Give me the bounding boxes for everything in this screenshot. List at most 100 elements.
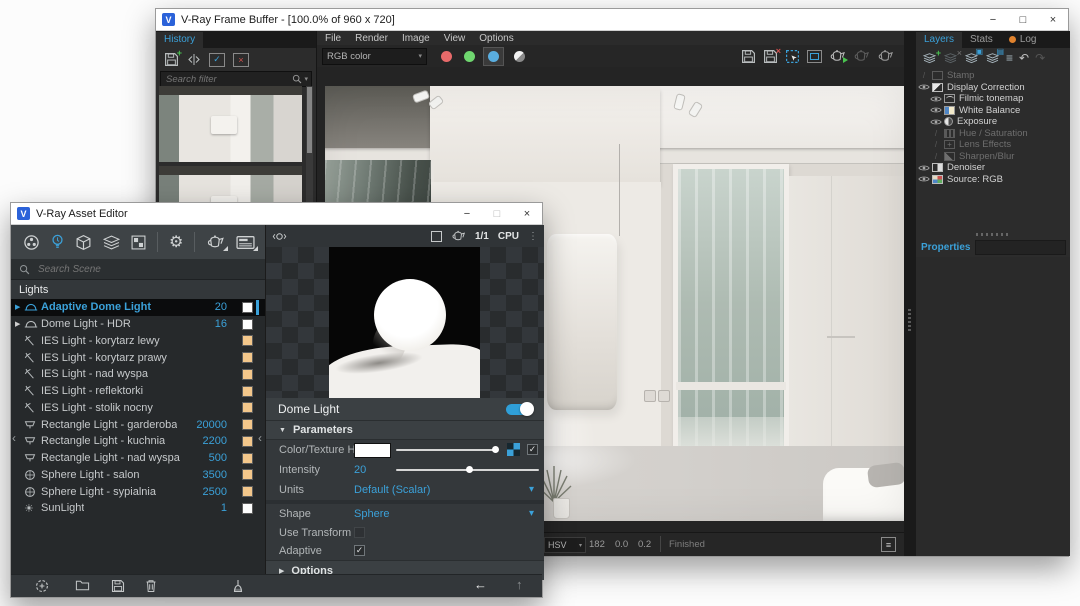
- layer-visibility-icon[interactable]: [928, 118, 944, 126]
- tab-log[interactable]: Log: [1001, 32, 1045, 48]
- collapse-list-panel-icon[interactable]: ‹: [258, 431, 262, 445]
- vfb-minimize-button[interactable]: −: [978, 9, 1008, 30]
- texture-enabled-checkbox[interactable]: ✓: [527, 444, 538, 455]
- menu-render[interactable]: Render: [355, 33, 388, 44]
- collapse-left-panel-icon[interactable]: ‹: [12, 431, 16, 445]
- light-color-swatch[interactable]: [242, 453, 253, 464]
- intensity-value[interactable]: 20: [354, 464, 366, 476]
- light-color-swatch[interactable]: [242, 386, 253, 397]
- preview-menu-icon[interactable]: ⋮: [528, 231, 538, 242]
- blue-channel-button[interactable]: [483, 47, 504, 66]
- layer-row[interactable]: Exposure: [916, 116, 1070, 128]
- history-compare-icon[interactable]: [187, 53, 201, 66]
- history-set-a-icon[interactable]: ✓: [209, 53, 225, 67]
- ae-minimize-button[interactable]: −: [452, 203, 482, 224]
- statusbar-panel-icon[interactable]: ≡: [881, 537, 896, 552]
- light-row[interactable]: IES Light - nad wyspa: [11, 366, 265, 383]
- layers-splitter-grip[interactable]: [976, 233, 1010, 236]
- render-icon[interactable]: [853, 49, 870, 63]
- purge-icon[interactable]: [231, 579, 245, 593]
- shape-dropdown[interactable]: Sphere: [354, 508, 389, 520]
- light-color-swatch[interactable]: [242, 369, 253, 380]
- preview-float-icon[interactable]: [431, 231, 442, 242]
- layer-row[interactable]: /Hue / Saturation: [916, 128, 1070, 140]
- layer-row[interactable]: White Balance: [916, 105, 1070, 117]
- texture-slot-icon[interactable]: [507, 443, 520, 456]
- layer-visibility-icon[interactable]: [916, 175, 932, 183]
- layer-visibility-icon[interactable]: /: [916, 71, 932, 80]
- tab-layers[interactable]: Layers: [916, 32, 962, 48]
- light-row[interactable]: IES Light - reflektorki: [11, 383, 265, 400]
- preview-render-icon[interactable]: [451, 230, 466, 242]
- light-row[interactable]: ▶ Dome Light - HDR 16: [11, 316, 265, 333]
- layer-visibility-icon[interactable]: /: [928, 152, 944, 161]
- layer-row[interactable]: /+Lens Effects: [916, 139, 1070, 151]
- menu-view[interactable]: View: [444, 33, 466, 44]
- light-row[interactable]: IES Light - korytarz prawy: [11, 349, 265, 366]
- layer-visibility-icon[interactable]: /: [928, 140, 944, 149]
- ae-titlebar[interactable]: V V-Ray Asset Editor − □ ×: [11, 203, 542, 225]
- light-color-swatch[interactable]: [242, 503, 253, 514]
- preview-pages[interactable]: 1/1: [475, 231, 489, 242]
- light-enabled-toggle[interactable]: [506, 404, 532, 415]
- light-row[interactable]: Rectangle Light - garderoba 20000: [11, 416, 265, 433]
- geometry-tab-icon[interactable]: [75, 234, 92, 251]
- menu-options[interactable]: Options: [479, 33, 513, 44]
- light-row[interactable]: ▶ Adaptive Dome Light 20: [11, 299, 265, 316]
- preview-engine-selector[interactable]: CPU: [498, 231, 519, 242]
- expander-icon[interactable]: ▶: [15, 320, 24, 328]
- light-color-swatch[interactable]: [242, 352, 253, 363]
- light-row[interactable]: Rectangle Light - kuchnia 2200: [11, 433, 265, 450]
- open-file-icon[interactable]: [75, 579, 90, 592]
- vfb-maximize-button[interactable]: □: [1008, 9, 1038, 30]
- shape-chevron-icon[interactable]: ▾: [529, 508, 534, 519]
- up-arrow-icon[interactable]: ↑: [516, 577, 523, 592]
- tab-history[interactable]: History: [156, 32, 203, 48]
- history-save-icon[interactable]: +: [164, 52, 179, 67]
- history-search[interactable]: ▾: [160, 71, 312, 87]
- delete-layer-icon[interactable]: ×: [943, 53, 958, 64]
- redo-icon[interactable]: ↷: [1035, 51, 1045, 65]
- ae-maximize-button[interactable]: □: [482, 203, 512, 224]
- layers-tab-icon[interactable]: [103, 235, 120, 250]
- frame-buffer-icon[interactable]: [236, 235, 255, 250]
- layer-row[interactable]: Source: RGB: [916, 174, 1070, 186]
- history-thumbnail[interactable]: [159, 86, 302, 162]
- textures-tab-icon[interactable]: [131, 235, 146, 250]
- layer-row[interactable]: /Sharpen/Blur: [916, 151, 1070, 163]
- layer-visibility-icon[interactable]: [928, 106, 944, 114]
- units-chevron-icon[interactable]: ▾: [529, 484, 534, 495]
- history-search-input[interactable]: [164, 73, 292, 86]
- light-color-swatch[interactable]: [242, 335, 253, 346]
- render-teapot-icon[interactable]: [206, 234, 225, 250]
- layer-visibility-icon[interactable]: [928, 95, 944, 103]
- layer-visibility-icon[interactable]: /: [928, 129, 944, 138]
- light-color-swatch[interactable]: [242, 319, 253, 330]
- light-row[interactable]: IES Light - stolik nocny: [11, 400, 265, 417]
- layer-visibility-icon[interactable]: [916, 83, 932, 91]
- light-color-swatch[interactable]: [242, 436, 253, 447]
- save-layers-icon[interactable]: ▣: [964, 53, 979, 64]
- back-arrow-icon[interactable]: ←: [474, 577, 487, 592]
- history-scrollbar-thumb[interactable]: [307, 87, 312, 153]
- adaptive-checkbox[interactable]: ✓: [354, 545, 365, 556]
- save-image-icon[interactable]: [741, 49, 756, 64]
- parameters-section-header[interactable]: ▼ Parameters: [266, 421, 544, 440]
- menu-image[interactable]: Image: [402, 33, 430, 44]
- layer-row[interactable]: Display Correction: [916, 82, 1070, 94]
- render-last-icon[interactable]: [829, 49, 846, 63]
- color-swatch[interactable]: [354, 443, 391, 458]
- undo-icon[interactable]: ↶: [1019, 51, 1029, 65]
- load-layers-icon[interactable]: ▤: [985, 53, 1000, 64]
- green-channel-button[interactable]: [464, 51, 475, 62]
- light-color-swatch[interactable]: [242, 402, 253, 413]
- light-row[interactable]: Sphere Light - sypialnia 2500: [11, 483, 265, 500]
- scene-search[interactable]: [11, 259, 265, 280]
- clear-image-icon[interactable]: ×: [763, 49, 778, 64]
- red-channel-button[interactable]: [441, 51, 452, 62]
- units-dropdown[interactable]: Default (Scalar): [354, 484, 430, 496]
- lights-tab-icon[interactable]: [51, 234, 64, 251]
- panel-splitter[interactable]: [904, 31, 916, 556]
- add-layer-icon[interactable]: +: [922, 53, 937, 64]
- layer-row[interactable]: /Stamp: [916, 70, 1070, 82]
